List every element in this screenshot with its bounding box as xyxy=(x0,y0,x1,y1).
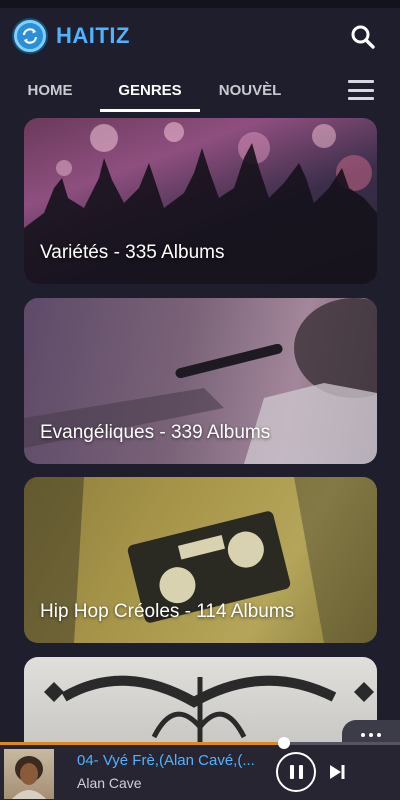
tab-home[interactable]: HOME xyxy=(0,68,100,112)
mini-player[interactable]: 04- Vyé Frè,(Alan Cavé,(... Alan Cave xyxy=(0,737,400,800)
tab-bar: HOME GENRES NOUVÈL xyxy=(0,68,400,112)
progress-knob[interactable] xyxy=(278,737,290,749)
skip-next-icon[interactable] xyxy=(326,760,348,784)
genre-card-varietes[interactable]: Variétés - 335 Albums xyxy=(24,118,377,284)
status-bar xyxy=(0,0,400,8)
app-header: HAITIZ xyxy=(0,8,400,64)
track-title: 04- Vyé Frè,(Alan Cavé,(... xyxy=(77,752,255,769)
genre-label: Variétés - 335 Albums xyxy=(40,242,225,263)
album-cover[interactable] xyxy=(4,749,54,799)
progress-fill xyxy=(0,742,284,745)
genre-label: Evangéliques - 339 Albums xyxy=(40,422,271,443)
pause-icon[interactable] xyxy=(276,752,316,792)
progress-bar[interactable] xyxy=(0,737,400,749)
tab-nouvel[interactable]: NOUVÈL xyxy=(200,68,300,112)
track-artist: Alan Cave xyxy=(77,775,142,791)
search-icon[interactable] xyxy=(348,22,378,52)
tab-genres[interactable]: GENRES xyxy=(100,68,200,112)
veve-symbol-image xyxy=(44,675,374,747)
hamburger-menu-icon[interactable] xyxy=(348,80,374,100)
genre-label: Hip Hop Créoles - 114 Albums xyxy=(40,601,295,622)
refresh-globe-icon xyxy=(14,20,46,52)
active-tab-indicator xyxy=(100,109,200,112)
genre-card-folklore[interactable] xyxy=(24,657,377,747)
genre-card-hip-hop-creoles[interactable]: Hip Hop Créoles - 114 Albums xyxy=(24,477,377,643)
genre-card-evangeliques[interactable]: Evangéliques - 339 Albums xyxy=(24,298,377,464)
app-title: HAITIZ xyxy=(56,23,130,48)
